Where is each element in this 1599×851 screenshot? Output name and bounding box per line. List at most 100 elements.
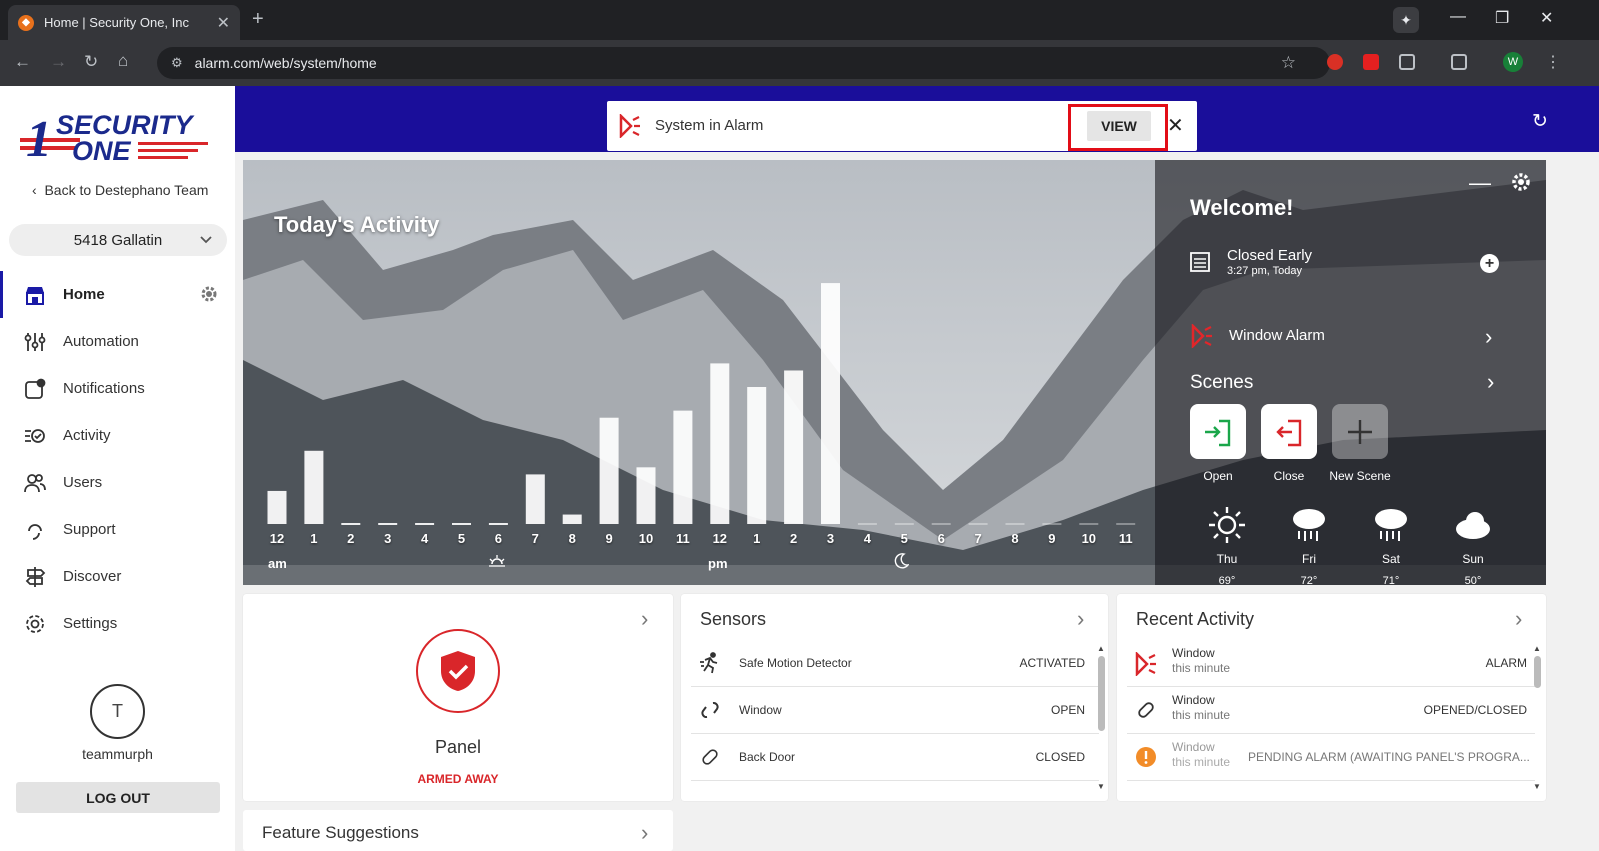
new-scene-button[interactable] — [1332, 404, 1388, 459]
activity-row[interactable]: Window this minute OPENED/CLOSED — [1127, 687, 1535, 734]
am-label: am — [268, 556, 287, 571]
chevron-right-icon[interactable]: › — [1485, 324, 1492, 350]
scrollbar-thumb[interactable] — [1098, 656, 1105, 731]
tab-search-icon[interactable] — [1451, 54, 1467, 70]
chevron-right-icon[interactable]: › — [641, 606, 648, 632]
weather-day: Sun — [1462, 552, 1484, 566]
sidebar-item-settings[interactable]: Settings — [0, 600, 235, 647]
chart-tick-label: 4 — [863, 531, 871, 546]
chart-bar[interactable] — [562, 514, 582, 524]
forward-arrow-icon[interactable]: → — [50, 52, 67, 72]
chart-bar[interactable] — [267, 490, 287, 524]
activity-row[interactable]: Window this minute ALARM — [1127, 640, 1535, 687]
feature-suggestions-card[interactable]: Feature Suggestions › — [243, 810, 673, 851]
sensor-row[interactable]: Safe Motion Detector ACTIVATED — [691, 640, 1099, 687]
restore-icon[interactable]: ❐ — [1495, 8, 1509, 28]
chart-bar[interactable] — [747, 387, 767, 524]
chart-bar[interactable] — [784, 370, 804, 524]
url-text: alarm.com/web/system/home — [194, 55, 377, 71]
chevron-right-icon[interactable]: › — [1515, 606, 1522, 632]
scene-close-button[interactable] — [1261, 404, 1317, 459]
refresh-icon[interactable]: ↻ — [1532, 110, 1548, 133]
sidebar-item-activity[interactable]: Activity — [0, 412, 235, 459]
site-settings-icon[interactable]: ⚙ — [171, 55, 183, 71]
chart-bar-empty — [857, 523, 877, 525]
home-settings-gear-icon[interactable] — [200, 285, 218, 303]
home-icon[interactable]: ⌂ — [118, 51, 128, 71]
sidebar-item-discover[interactable]: Discover — [0, 553, 235, 600]
minimize-icon[interactable]: — — [1450, 8, 1466, 26]
chart-bar[interactable] — [525, 474, 545, 524]
chart-bar[interactable] — [304, 450, 324, 524]
chart-tick-label: 7 — [531, 531, 539, 546]
close-banner-icon[interactable]: ✕ — [1167, 113, 1184, 138]
scroll-up-icon[interactable]: ▲ — [1533, 644, 1541, 653]
chart-tick-label: 3 — [384, 531, 392, 546]
sensor-row[interactable]: Window OPEN — [691, 687, 1099, 734]
window-close-icon[interactable]: ✕ — [1540, 8, 1553, 28]
bookmark-star-icon[interactable]: ☆ — [1281, 53, 1296, 73]
scroll-up-icon[interactable]: ▲ — [1097, 644, 1105, 653]
new-tab-icon[interactable]: + — [252, 8, 264, 31]
sensors-title[interactable]: Sensors — [700, 609, 766, 630]
sidebar-item-automation[interactable]: Automation — [0, 318, 235, 365]
chart-bar[interactable] — [599, 417, 619, 524]
chevron-right-icon[interactable]: › — [641, 820, 648, 846]
reload-icon[interactable]: ↻ — [84, 52, 98, 72]
chevron-right-icon[interactable]: › — [1487, 369, 1494, 395]
gemini-icon[interactable]: ✦ — [1393, 7, 1419, 33]
sensor-row[interactable]: Back Door CLOSED — [691, 734, 1099, 781]
chart-tick-label: 9 — [605, 531, 613, 546]
panel-card[interactable]: › Panel ARMED AWAY — [243, 594, 673, 801]
sidebar-item-label: Activity — [63, 427, 111, 444]
user-avatar[interactable]: T — [90, 684, 145, 739]
address-bar[interactable]: ⚙ alarm.com/web/system/home ☆ — [157, 47, 1330, 79]
activity-row[interactable]: Window this minute PENDING ALARM (AWAITIN… — [1127, 734, 1535, 781]
sensor-name: Window — [739, 703, 782, 717]
chart-bar[interactable] — [673, 410, 693, 524]
alarm-siren-icon — [1135, 652, 1156, 676]
username: teammurph — [82, 746, 153, 762]
scene-open-button[interactable] — [1190, 404, 1246, 459]
chevron-right-icon[interactable]: › — [1077, 606, 1084, 632]
close-door-icon — [1276, 419, 1302, 446]
cloud-icon — [1443, 505, 1503, 550]
minimize-panel-icon[interactable]: — — [1469, 170, 1491, 196]
browser-tab[interactable]: ◆ Home | Security One, Inc ✕ — [8, 5, 240, 40]
store-closed-icon — [1190, 252, 1210, 272]
sidebar-item-label: Users — [63, 474, 103, 491]
recent-activity-title[interactable]: Recent Activity — [1136, 609, 1254, 630]
view-alarm-button[interactable]: VIEW — [1087, 111, 1151, 141]
window-alarm-label[interactable]: Window Alarm — [1229, 327, 1325, 344]
activity-text: Window this minute — [1172, 740, 1230, 770]
profile-avatar[interactable]: W — [1503, 52, 1523, 72]
location-selector[interactable]: 5418 Gallatin — [9, 224, 227, 256]
chart-bar-empty — [415, 523, 435, 525]
closed-link-icon — [702, 749, 718, 765]
scroll-down-icon[interactable]: ▼ — [1097, 782, 1105, 791]
panel-gear-icon[interactable] — [1511, 172, 1531, 192]
sidebar-item-notifications[interactable]: Notifications — [0, 365, 235, 412]
pm-label: pm — [708, 556, 728, 571]
gear-icon — [24, 613, 46, 635]
chart-bar[interactable] — [821, 283, 840, 524]
extensions-puzzle-icon[interactable] — [1399, 54, 1415, 70]
scenes-title[interactable]: Scenes — [1190, 372, 1253, 394]
logout-button[interactable]: LOG OUT — [16, 782, 220, 813]
scrollbar-thumb[interactable] — [1534, 656, 1541, 688]
extension-youtube-icon[interactable] — [1363, 54, 1379, 70]
sidebar-item-support[interactable]: Support — [0, 506, 235, 553]
status-title: Closed Early — [1227, 247, 1313, 264]
browser-menu-icon[interactable]: ⋮ — [1545, 52, 1561, 72]
close-tab-icon[interactable]: ✕ — [217, 13, 230, 33]
users-icon — [24, 472, 46, 494]
moon-icon — [894, 553, 909, 569]
sidebar-item-users[interactable]: Users — [0, 459, 235, 506]
back-link[interactable]: ‹ Back to Destephano Team — [32, 182, 208, 198]
back-arrow-icon[interactable]: ← — [14, 52, 31, 72]
chart-bar[interactable] — [636, 467, 656, 524]
extension-red-icon[interactable] — [1327, 54, 1343, 70]
add-circle-icon[interactable]: + — [1480, 254, 1499, 273]
scroll-down-icon[interactable]: ▼ — [1533, 782, 1541, 791]
chart-bar[interactable] — [710, 363, 730, 524]
